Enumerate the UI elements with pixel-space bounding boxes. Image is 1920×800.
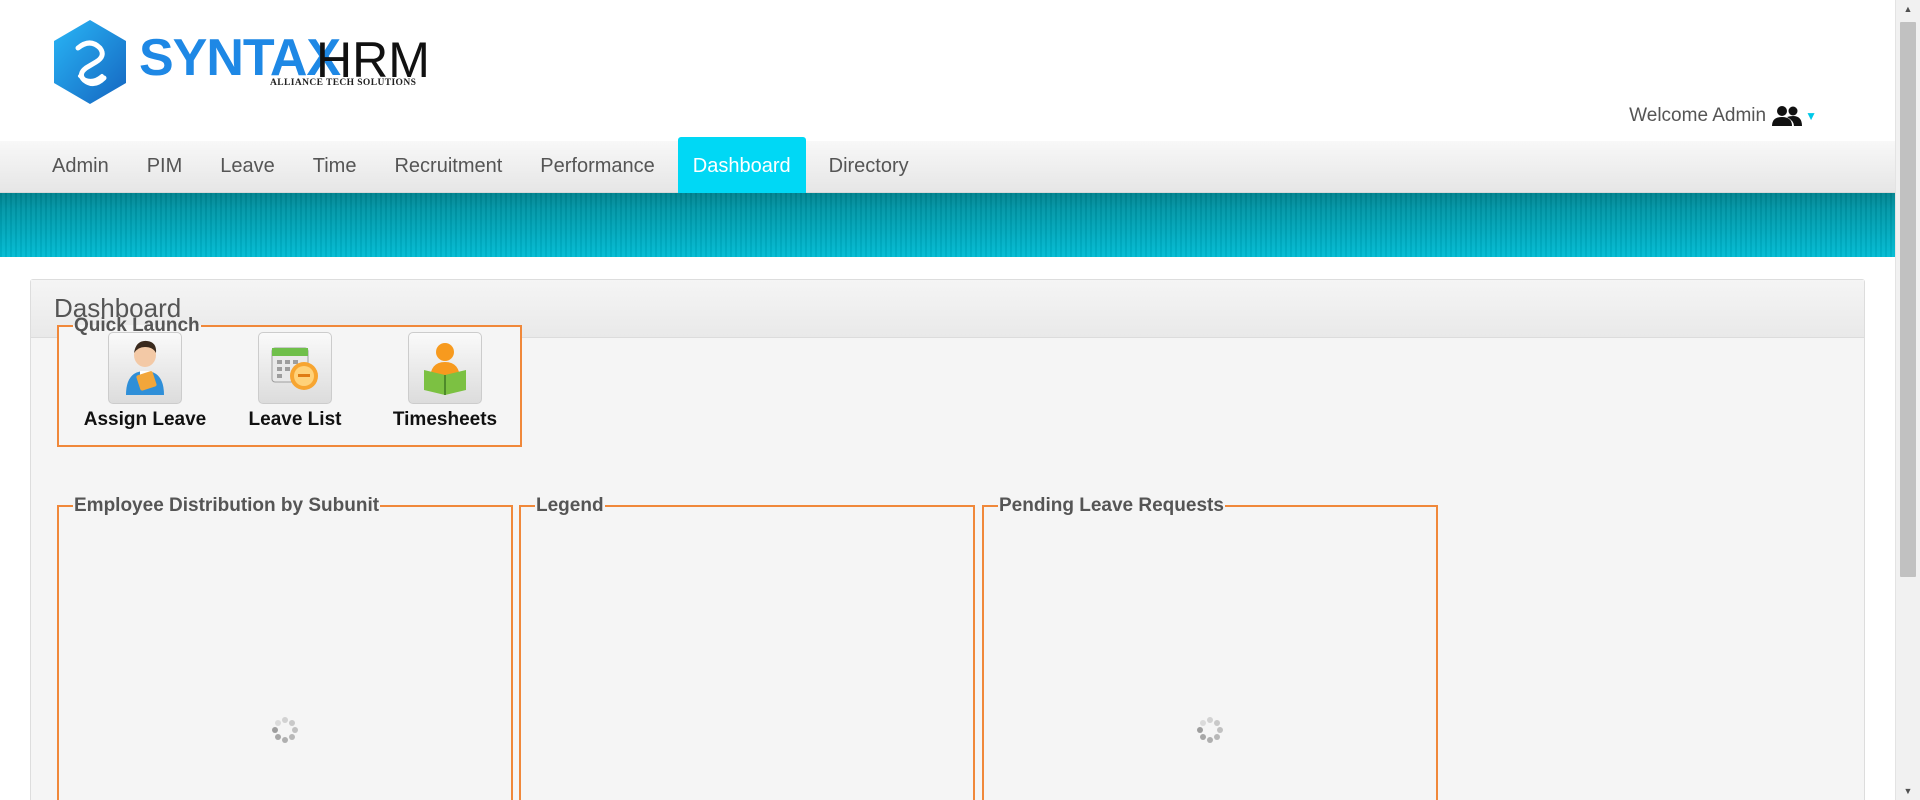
company-logo[interactable]: SYNTAX HRM ALLIANCE TECH SOLUTIONS — [52, 18, 442, 110]
scroll-down-arrow-icon[interactable]: ▼ — [1896, 782, 1920, 800]
logo-hex-icon — [54, 20, 126, 104]
main-menu: Admin PIM Leave Time Recruitment Perform… — [0, 137, 1895, 195]
scroll-up-arrow-icon[interactable]: ▲ — [1896, 0, 1920, 18]
menu-item-leave[interactable]: Leave — [205, 141, 290, 192]
chevron-down-icon: ▼ — [1805, 109, 1817, 123]
menu-item-pim[interactable]: PIM — [132, 141, 198, 192]
pending-leave-requests-widget: Pending Leave Requests — [982, 495, 1438, 800]
menu-item-time[interactable]: Time — [298, 141, 372, 192]
quick-launch-assign-leave[interactable]: Assign Leave — [70, 332, 220, 431]
employee-distribution-legend: Employee Distribution by Subunit — [74, 495, 380, 516]
timesheets-icon — [408, 332, 482, 404]
header-branding: SYNTAX HRM ALLIANCE TECH SOLUTIONS Welco… — [0, 0, 1895, 141]
quick-launch-leave-list[interactable]: Leave List — [220, 332, 370, 431]
dashboard-panel: Dashboard Quick Launch Assign Leave Leav… — [30, 279, 1865, 800]
logo-text-syntax: SYNTAX — [139, 29, 341, 87]
menu-item-recruitment[interactable]: Recruitment — [379, 141, 517, 192]
menu-item-performance[interactable]: Performance — [525, 141, 670, 192]
quick-launch-panel: Quick Launch Assign Leave Leave List Tim… — [57, 315, 522, 447]
logo-tagline: ALLIANCE TECH SOLUTIONS — [270, 78, 417, 88]
header-color-bar — [0, 193, 1895, 257]
scrollbar-thumb[interactable] — [1900, 22, 1916, 577]
loading-spinner-icon — [1197, 717, 1223, 743]
assign-leave-icon — [108, 332, 182, 404]
welcome-user-menu[interactable]: Welcome Admin ▼ — [1629, 105, 1817, 127]
users-icon — [1772, 105, 1803, 127]
leave-list-icon — [258, 332, 332, 404]
loading-spinner-icon — [272, 717, 298, 743]
legend-widget-legend: Legend — [536, 495, 604, 516]
menu-item-admin[interactable]: Admin — [37, 141, 124, 192]
menu-item-dashboard[interactable]: Dashboard — [677, 137, 806, 195]
quick-launch-label: Timesheets — [392, 409, 498, 430]
menu-item-directory[interactable]: Directory — [814, 141, 924, 192]
pending-leave-requests-legend: Pending Leave Requests — [999, 495, 1224, 516]
quick-launch-label: Leave List — [248, 409, 342, 430]
quick-launch-timesheets[interactable]: Timesheets — [370, 332, 520, 431]
page: SYNTAX HRM ALLIANCE TECH SOLUTIONS Welco… — [0, 0, 1920, 800]
welcome-text: Welcome Admin — [1629, 105, 1767, 126]
quick-launch-label: Assign Leave — [83, 409, 207, 430]
vertical-scrollbar[interactable]: ▲ ▼ — [1895, 0, 1920, 800]
employee-distribution-widget: Employee Distribution by Subunit — [57, 495, 513, 800]
legend-widget: Legend — [519, 495, 975, 800]
